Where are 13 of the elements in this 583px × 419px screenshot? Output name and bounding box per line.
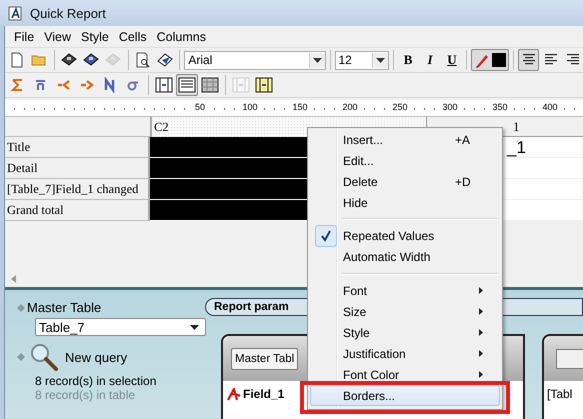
field-label: [Tabl [546,386,574,401]
record-count: 8 record(s) in table [35,388,136,402]
record-count: 8 record(s) in selection [35,374,158,388]
ruler-label: 200 [340,102,360,112]
ruler-label: 100 [240,102,260,112]
ruler-label: 150 [290,102,310,112]
ruler-label: 300 [440,102,460,112]
ruler-label: 250 [390,102,410,112]
ruler-label: 350 [490,102,510,112]
master-table-label: Master Table [27,300,102,315]
field-label: Field_1 [243,387,284,401]
ruler-label: 400 [540,102,560,112]
window-title: Quick Report [30,6,106,20]
